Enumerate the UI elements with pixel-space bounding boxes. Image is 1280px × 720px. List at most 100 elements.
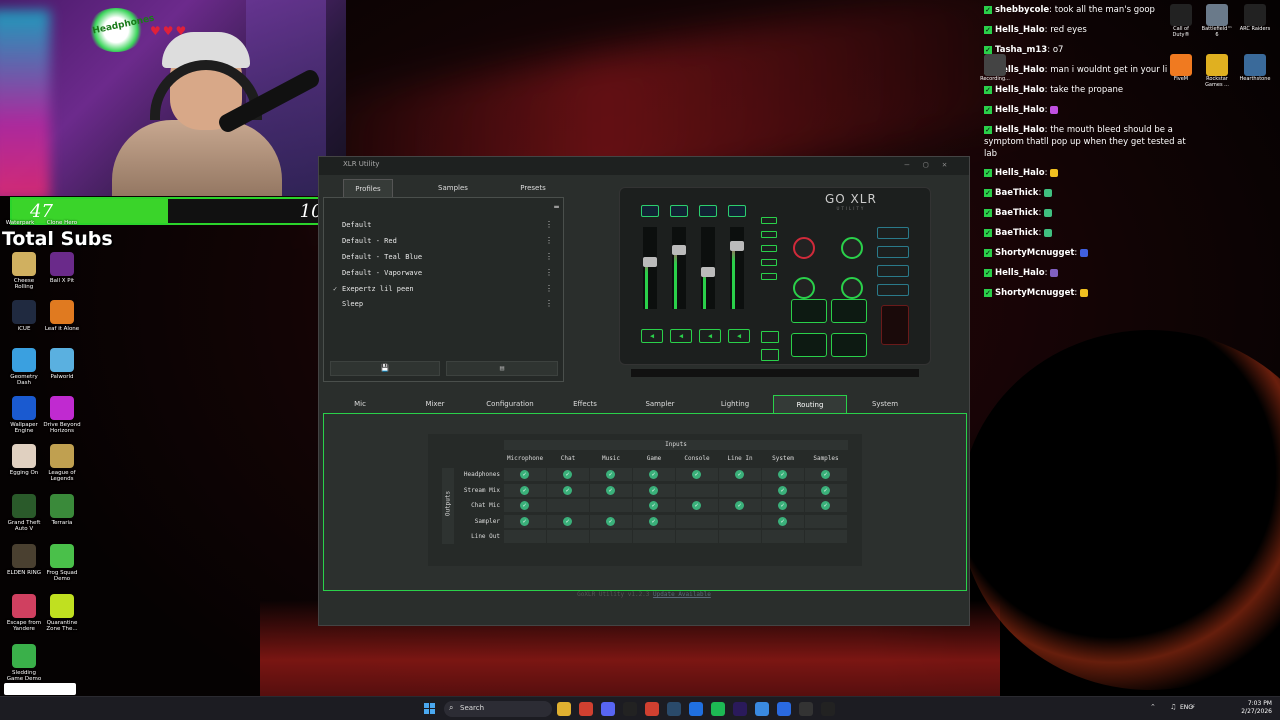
effect-knob[interactable] bbox=[841, 277, 863, 299]
effect-knob[interactable] bbox=[841, 237, 863, 259]
chat-username[interactable]: BaeThick bbox=[995, 188, 1038, 198]
spotify-icon[interactable] bbox=[711, 702, 725, 716]
file-explorer-icon[interactable] bbox=[557, 702, 571, 716]
routing-toggle[interactable] bbox=[547, 468, 589, 481]
sample-pad[interactable] bbox=[791, 299, 827, 323]
window-controls[interactable]: –▢✕ bbox=[905, 160, 961, 169]
photos-icon[interactable] bbox=[755, 702, 769, 716]
desktop-icon[interactable]: Drive Beyond Horizons bbox=[42, 396, 82, 435]
more-options-icon[interactable]: ⋮ bbox=[545, 236, 553, 245]
desktop-icon[interactable]: Egging On bbox=[4, 444, 44, 476]
tab-presets[interactable]: Presets bbox=[503, 179, 563, 197]
channel-fader[interactable] bbox=[701, 227, 715, 309]
desktop-icon[interactable]: Geometry Dash bbox=[4, 348, 44, 387]
chat-username[interactable]: Hells_Halo bbox=[995, 268, 1045, 278]
routing-toggle[interactable] bbox=[676, 499, 718, 512]
tab-mixer[interactable]: Mixer bbox=[398, 395, 472, 413]
mute-button[interactable]: ◀ bbox=[641, 329, 663, 343]
desktop-icon[interactable]: ARC Raiders bbox=[1238, 4, 1272, 33]
update-link[interactable]: Update Available bbox=[653, 591, 711, 598]
effect-toggle-button[interactable] bbox=[877, 246, 909, 258]
desktop-icon[interactable]: Grand Theft Auto V bbox=[4, 494, 44, 533]
tab-sampler[interactable]: Sampler bbox=[623, 395, 697, 413]
routing-toggle[interactable] bbox=[547, 514, 589, 528]
profile-item[interactable]: Default bbox=[342, 221, 372, 229]
tab-profiles[interactable]: Profiles bbox=[343, 179, 393, 197]
routing-toggle[interactable] bbox=[590, 530, 632, 543]
chat-username[interactable]: Hells_Halo bbox=[995, 25, 1045, 35]
desktop-icon[interactable]: Clone Hero bbox=[42, 220, 82, 226]
routing-toggle[interactable] bbox=[805, 483, 847, 497]
sample-clear-button[interactable] bbox=[881, 305, 909, 345]
routing-toggle[interactable] bbox=[504, 514, 546, 528]
more-options-icon[interactable]: ⋮ bbox=[545, 284, 553, 293]
chrome-alt-icon[interactable] bbox=[645, 702, 659, 716]
desktop-icon[interactable]: Hearthstone bbox=[1238, 54, 1272, 83]
routing-toggle[interactable] bbox=[805, 468, 847, 481]
routing-toggle[interactable] bbox=[719, 530, 761, 543]
desktop-icon[interactable]: Call of Duty® bbox=[1164, 4, 1198, 38]
routing-toggle[interactable] bbox=[805, 530, 847, 543]
chat-username[interactable]: BaeThick bbox=[995, 208, 1038, 218]
routing-toggle[interactable] bbox=[590, 483, 632, 497]
desktop-icon[interactable]: League of Legends bbox=[42, 444, 82, 483]
desktop-icon[interactable]: ELDEN RING bbox=[4, 544, 44, 576]
routing-toggle[interactable] bbox=[805, 499, 847, 512]
routing-toggle[interactable] bbox=[676, 468, 718, 481]
routing-toggle[interactable] bbox=[762, 468, 804, 481]
routing-toggle[interactable] bbox=[633, 530, 675, 543]
mute-button[interactable]: ◀ bbox=[728, 329, 750, 343]
profile-item[interactable]: Default - Vaporwave bbox=[342, 269, 422, 277]
routing-toggle[interactable] bbox=[805, 514, 847, 528]
chat-username[interactable]: Hells_Halo bbox=[995, 85, 1045, 95]
routing-toggle[interactable] bbox=[504, 483, 546, 497]
taskbar-search[interactable]: ⌕ Search bbox=[444, 701, 552, 717]
chat-username[interactable]: Hells_Halo bbox=[995, 105, 1045, 115]
clock[interactable]: 7:03 PM 2/27/2026 bbox=[1241, 700, 1272, 716]
desktop-icon[interactable]: Escape from Yandere bbox=[4, 594, 44, 633]
routing-toggle[interactable] bbox=[676, 483, 718, 497]
fader-knob[interactable] bbox=[701, 267, 715, 277]
profile-item[interactable]: Sleep bbox=[342, 300, 363, 308]
sample-pad[interactable] bbox=[831, 299, 867, 323]
desktop-icon[interactable]: Wallpaper Engine bbox=[4, 396, 44, 435]
effect-select-button[interactable] bbox=[761, 245, 777, 252]
chat-username[interactable]: BaeThick bbox=[995, 228, 1038, 238]
profile-item[interactable]: Default - Teal Blue bbox=[342, 253, 422, 261]
tab-routing[interactable]: Routing bbox=[773, 395, 847, 413]
paint-icon[interactable] bbox=[777, 702, 791, 716]
desktop-icon[interactable]: FiveM bbox=[1164, 54, 1198, 83]
effect-select-button[interactable] bbox=[761, 217, 777, 224]
desktop-icon[interactable]: Waterpark bbox=[0, 220, 40, 226]
routing-toggle[interactable] bbox=[762, 514, 804, 528]
new-profile-button[interactable]: ▤ bbox=[446, 361, 558, 376]
profile-item[interactable]: Default - Red bbox=[342, 237, 397, 245]
desktop-icon[interactable]: Cheese Rolling bbox=[4, 252, 44, 291]
effect-select-button[interactable] bbox=[761, 273, 777, 280]
routing-toggle[interactable] bbox=[762, 530, 804, 543]
routing-toggle[interactable] bbox=[676, 514, 718, 528]
routing-toggle[interactable] bbox=[762, 483, 804, 497]
tab-lighting[interactable]: Lighting bbox=[698, 395, 772, 413]
steam-icon[interactable] bbox=[667, 702, 681, 716]
tab-effects[interactable]: Effects bbox=[548, 395, 622, 413]
effect-select-button[interactable] bbox=[761, 259, 777, 266]
tab-system[interactable]: System bbox=[848, 395, 922, 413]
routing-toggle[interactable] bbox=[633, 499, 675, 512]
desktop-icon[interactable]: Rockstar Games ... bbox=[1200, 54, 1234, 88]
desktop-icon[interactable]: Ball X Pit bbox=[42, 252, 82, 284]
desktop-icon[interactable]: Recording... bbox=[978, 54, 1012, 83]
chat-username[interactable]: ShortyMcnugget bbox=[995, 288, 1074, 298]
sample-bank-a[interactable] bbox=[761, 331, 779, 343]
effect-select-button[interactable] bbox=[761, 231, 777, 238]
sample-bank-b[interactable] bbox=[761, 349, 779, 361]
chat-username[interactable]: Hells_Halo bbox=[995, 168, 1045, 178]
routing-toggle[interactable] bbox=[547, 530, 589, 543]
effect-knob[interactable] bbox=[793, 237, 815, 259]
epic-icon[interactable] bbox=[623, 702, 637, 716]
fader-knob[interactable] bbox=[672, 245, 686, 255]
effect-toggle-button[interactable] bbox=[877, 227, 909, 239]
more-options-icon[interactable]: ⋮ bbox=[545, 299, 553, 308]
routing-toggle[interactable] bbox=[676, 530, 718, 543]
desktop-icon[interactable]: Quarantine Zone The... bbox=[42, 594, 82, 633]
